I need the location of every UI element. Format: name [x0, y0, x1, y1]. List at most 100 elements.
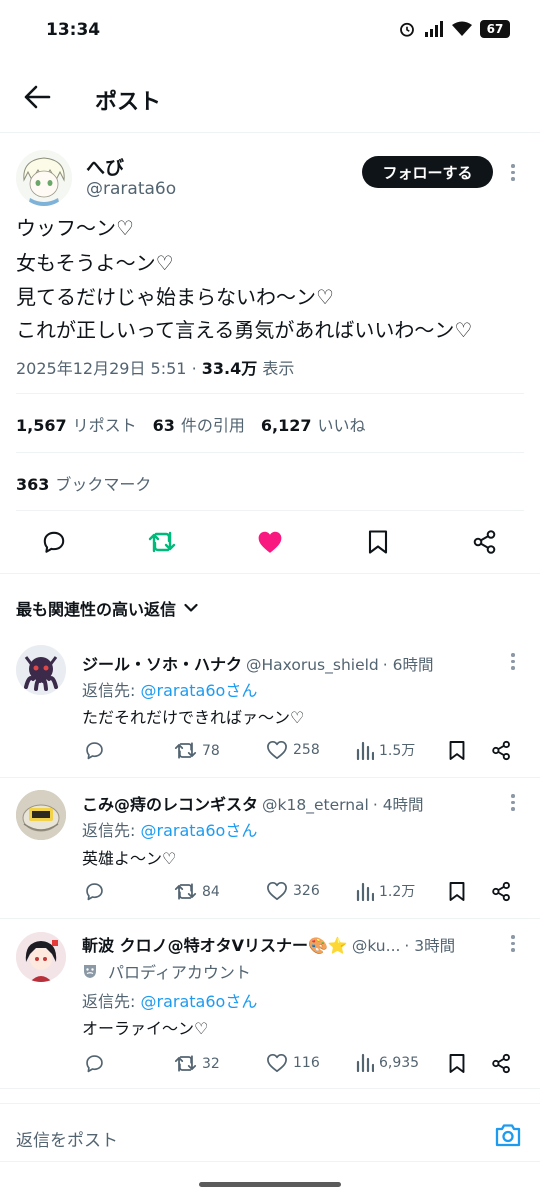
more-options-icon[interactable] [511, 935, 517, 952]
follow-button[interactable]: フォローする [362, 156, 493, 188]
reply-author-handle[interactable]: @Haxorus_shield [246, 656, 379, 674]
reply-to-link[interactable]: @rarata6oさん [141, 821, 258, 840]
reply-time[interactable]: · 4時間 [373, 793, 424, 815]
back-arrow-icon[interactable] [22, 84, 52, 110]
bookmark-count: 363 [16, 475, 50, 494]
view-count: 33.4万 [201, 359, 258, 378]
quote-stat[interactable]: 63 件の引用 [153, 412, 245, 436]
like-count: 258 [293, 742, 320, 758]
reply-to-link[interactable]: @rarata6oさん [141, 992, 258, 1011]
reply-header: ジール・ソホ・ハナク @Haxorus_shield · 6時間 [82, 651, 433, 675]
author-name[interactable]: へび [86, 153, 124, 180]
like-count: 116 [293, 1055, 320, 1071]
bookmark-stat-label: ブックマーク [55, 475, 152, 494]
retweet-icon[interactable] [148, 529, 176, 555]
status-time: 13:34 [46, 20, 101, 40]
share-icon[interactable] [472, 529, 498, 555]
reply-to-line: 返信先: @rarata6oさん [82, 677, 257, 701]
share-icon[interactable] [491, 881, 512, 902]
repost-count: 1,567 [16, 416, 67, 435]
reply-header: 斬波 クロノ@特オタVリスナー🎨⭐ @ku... · 3時間 [82, 932, 455, 956]
retweet-icon [174, 881, 197, 902]
retweet-count: 84 [202, 883, 220, 900]
retweet-icon [174, 740, 197, 761]
retweet-button[interactable]: 32 [174, 1053, 220, 1074]
home-indicator[interactable] [199, 1182, 341, 1187]
heart-icon [266, 881, 288, 901]
share-icon[interactable] [491, 740, 512, 761]
camera-icon[interactable] [494, 1122, 522, 1148]
divider [16, 452, 524, 453]
reply-avatar[interactable] [16, 790, 66, 840]
tweet-text-line: ウッフ〜ン♡ [16, 216, 134, 240]
analytics-icon [356, 882, 374, 901]
like-stat[interactable]: 6,127 いいね [261, 412, 366, 436]
tweet-text-line: 女もそうよ〜ン♡ [16, 251, 174, 275]
views-button[interactable]: 6,935 [356, 1053, 419, 1072]
page-title: ポスト [95, 90, 162, 115]
reply-time[interactable]: · 6時間 [383, 653, 434, 675]
compose-divider [0, 1103, 540, 1104]
bookmark-icon[interactable] [448, 881, 466, 902]
tweet-meta: 2025年12月29日 5:51 · 33.4万 表示 [16, 355, 294, 379]
reply-time[interactable]: · 3時間 [404, 934, 455, 956]
more-options-icon[interactable] [511, 653, 517, 670]
reply-author-name[interactable]: ジール・ソホ・ハナク [82, 651, 242, 675]
repost-stat[interactable]: 1,567 リポスト [16, 412, 137, 436]
share-icon[interactable] [491, 1053, 512, 1074]
quote-count: 63 [152, 416, 175, 435]
like-filled-icon[interactable] [257, 530, 283, 554]
reply-to-prefix: 返信先: [82, 992, 136, 1011]
parody-label-line: パロディアカウント [82, 959, 251, 983]
like-stat-label: いいね [317, 416, 366, 435]
heart-icon [266, 740, 288, 760]
tweet-text-line: 見てるだけじゃ始まらないわ〜ン♡ [16, 285, 334, 309]
reply-text: ただそれだけできればァ〜ン♡ [82, 708, 305, 727]
reply-icon[interactable] [84, 881, 105, 902]
header-divider [0, 132, 540, 133]
retweet-icon [174, 1053, 197, 1074]
reply-to-line: 返信先: @rarata6oさん [82, 817, 257, 841]
reply-author-handle[interactable]: @ku... [352, 937, 401, 955]
like-button[interactable]: 258 [266, 740, 320, 760]
reply-to-link[interactable]: @rarata6oさん [141, 681, 258, 700]
reply-author-name[interactable]: こみ@痔のレコンギスタ [82, 791, 258, 815]
bookmark-icon[interactable] [448, 740, 466, 761]
retweet-button[interactable]: 84 [174, 881, 220, 902]
more-options-icon[interactable] [511, 164, 517, 181]
reply-to-prefix: 返信先: [82, 681, 136, 700]
divider [0, 1088, 540, 1089]
views-button[interactable]: 1.2万 [356, 881, 415, 901]
more-options-icon[interactable] [511, 794, 517, 811]
divider [0, 918, 540, 919]
alarm-icon [398, 20, 416, 38]
wifi-icon [452, 21, 472, 37]
reply-author-handle[interactable]: @k18_eternal [262, 796, 369, 814]
reply-author-name[interactable]: 斬波 クロノ@特オタVリスナー🎨⭐ [82, 932, 348, 956]
reply-text: オーラァイ〜ン♡ [82, 1019, 209, 1038]
author-handle[interactable]: @rarata6o [86, 179, 176, 199]
like-count: 6,127 [260, 416, 312, 435]
reply-sort-dropdown[interactable]: 最も関連性の高い返信 [16, 596, 198, 620]
view-label: 表示 [262, 359, 295, 378]
signal-icon [424, 21, 444, 37]
reply-to-line: 返信先: @rarata6oさん [82, 988, 257, 1012]
bookmark-icon[interactable] [448, 1053, 466, 1074]
reply-avatar[interactable] [16, 645, 66, 695]
bookmark-icon[interactable] [367, 529, 389, 555]
tweet-date[interactable]: 2025年12月29日 5:51 [16, 359, 186, 378]
like-button[interactable]: 116 [266, 1053, 320, 1073]
reply-header: こみ@痔のレコンギスタ @k18_eternal · 4時間 [82, 791, 424, 815]
bookmark-stat[interactable]: 363 ブックマーク [16, 471, 151, 495]
like-button[interactable]: 326 [266, 881, 320, 901]
author-avatar[interactable] [16, 150, 72, 206]
reply-icon[interactable] [84, 1053, 105, 1074]
reply-avatar[interactable] [16, 932, 66, 982]
reply-icon[interactable] [84, 740, 105, 761]
reply-compose-input[interactable]: 返信をポスト [16, 1126, 118, 1151]
reply-icon[interactable] [41, 529, 67, 555]
retweet-button[interactable]: 78 [174, 740, 220, 761]
battery-icon: 67 [480, 20, 510, 38]
views-button[interactable]: 1.5万 [356, 740, 415, 760]
reply-text: 英雄よ〜ン♡ [82, 849, 177, 868]
